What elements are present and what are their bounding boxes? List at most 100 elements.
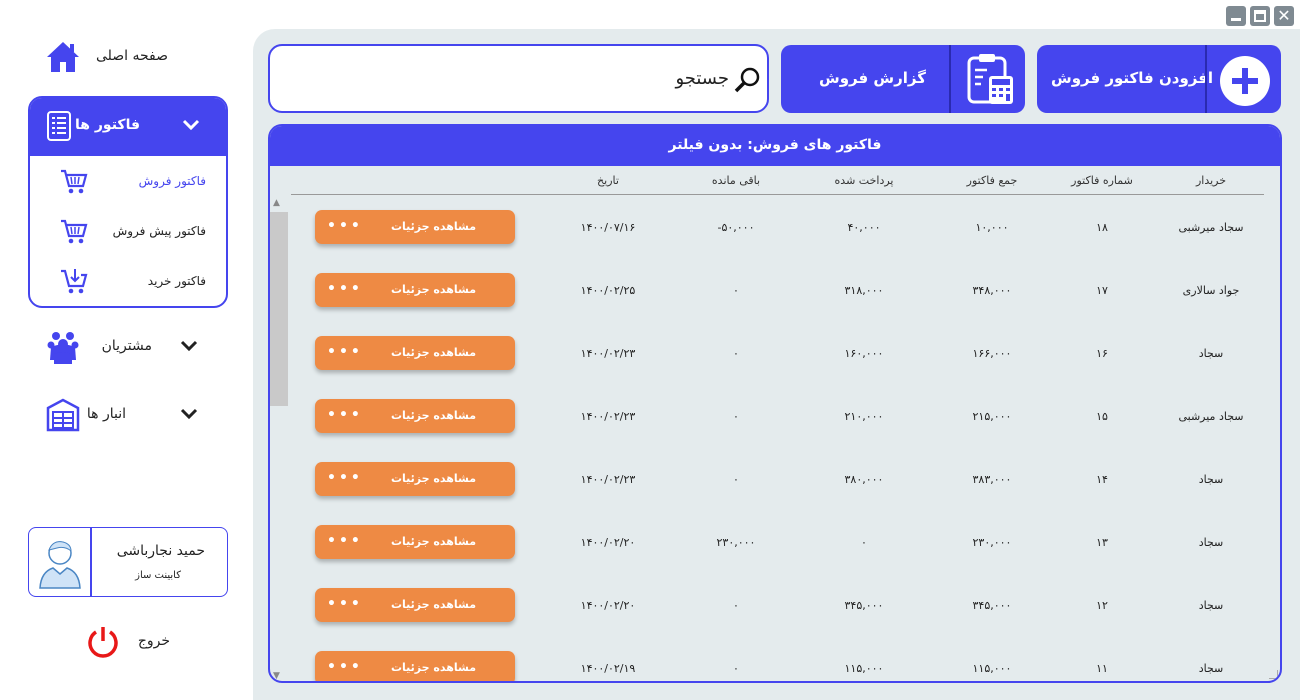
table-row: سجاد ۱۲ ۳۴۵,۰۰۰ ۳۴۵,۰۰۰ ۰ ۱۴۰۰/۰۲/۲۰ ••• مشاهده… <box>270 586 1280 626</box>
view-details-button[interactable]: ••• مشاهده جزئیات <box>315 273 515 307</box>
cell-paid: ۴۰,۰۰۰ <box>847 221 881 234</box>
cell-invoice-number: ۱۵ <box>1096 410 1108 423</box>
cell-invoice-total: ۳۴۵,۰۰۰ <box>972 599 1012 612</box>
button-divider <box>1205 45 1207 113</box>
cell-paid: ۱۶۰,۰۰۰ <box>844 347 884 360</box>
cell-remaining: -۵۰,۰۰۰ <box>717 221 755 234</box>
panel-title: فاکتور های فروش: بدون فیلتر <box>270 126 1280 166</box>
nav-customers[interactable]: مشتریان <box>28 322 228 370</box>
view-details-label: مشاهده جزئیات <box>391 661 477 674</box>
profile-divider <box>90 528 92 596</box>
scroll-up-arrow[interactable]: ▲ <box>273 198 280 208</box>
cell-invoice-total: ۲۳۰,۰۰۰ <box>972 536 1012 549</box>
view-details-button[interactable]: ••• مشاهده جزئیات <box>315 651 515 681</box>
view-details-button[interactable]: ••• مشاهده جزئیات <box>315 525 515 559</box>
button-divider <box>949 45 951 113</box>
home-icon <box>47 42 79 72</box>
more-dots-icon: ••• <box>327 470 363 486</box>
cell-date: ۱۴۰۰/۰۲/۲۰ <box>580 536 636 549</box>
minimize-button[interactable] <box>1226 6 1246 26</box>
table-row: سجاد ۱۴ ۳۸۳,۰۰۰ ۳۸۰,۰۰۰ ۰ ۱۴۰۰/۰۲/۲۳ ••• مشاهده… <box>270 460 1280 500</box>
window-controls: ✕ <box>1226 6 1294 26</box>
avatar <box>39 541 81 589</box>
sub-item-sales-invoice[interactable]: فاکتور فروش <box>30 160 226 204</box>
user-profile-card: حمید نجارباشی کابینت ساز <box>28 527 228 597</box>
column-header-remaining: باقی مانده <box>711 174 761 187</box>
chevron-down-icon <box>180 340 198 352</box>
nav-home-label: صفحه اصلی <box>95 48 168 64</box>
cell-invoice-total: ۳۸۳,۰۰۰ <box>972 473 1012 486</box>
cart-icon <box>61 219 88 244</box>
table-row: سجاد ۱۳ ۲۳۰,۰۰۰ ۰ ۲۳۰,۰۰۰ ۱۴۰۰/۰۲/۲۰ ••• مشاهده… <box>270 523 1280 563</box>
table-row: جواد سالاری ۱۷ ۳۴۸,۰۰۰ ۳۱۸,۰۰۰ ۰ ۱۴۰۰/۰۲/۲۵ ••… <box>270 271 1280 311</box>
cell-paid: ۳۴۵,۰۰۰ <box>844 599 884 612</box>
more-dots-icon: ••• <box>327 407 363 423</box>
view-details-button[interactable]: ••• مشاهده جزئیات <box>315 588 515 622</box>
power-icon <box>88 627 118 658</box>
view-details-label: مشاهده جزئیات <box>391 283 477 296</box>
more-dots-icon: ••• <box>327 596 363 612</box>
cell-date: ۱۴۰۰/۰۲/۲۰ <box>580 599 636 612</box>
nav-warehouses[interactable]: انبار ها <box>28 390 228 438</box>
sub-item-label: فاکتور پیش فروش <box>112 224 206 238</box>
cell-date: ۱۴۰۰/۰۲/۲۵ <box>580 284 636 297</box>
cell-remaining: ۰ <box>733 662 739 675</box>
nav-customers-label: مشتریان <box>101 338 152 354</box>
more-dots-icon: ••• <box>327 533 363 549</box>
column-header-paid: پرداخت شده <box>834 174 894 187</box>
cell-buyer: سجاد میرشبی <box>1178 221 1244 234</box>
nav-invoices[interactable]: فاکتور ها <box>30 98 226 156</box>
cell-invoice-number: ۱۳ <box>1096 536 1108 549</box>
more-dots-icon: ••• <box>327 281 363 297</box>
maximize-button[interactable] <box>1250 6 1270 26</box>
view-details-button[interactable]: ••• مشاهده جزئیات <box>315 462 515 496</box>
cell-buyer: سجاد <box>1198 347 1224 360</box>
view-details-button[interactable]: ••• مشاهده جزئیات <box>315 399 515 433</box>
add-sales-invoice-label: افزودن فاکتور فروش <box>1051 69 1214 87</box>
cell-invoice-number: ۱۴ <box>1096 473 1108 486</box>
cell-invoice-total: ۱۱۵,۰۰۰ <box>972 662 1012 675</box>
sales-report-label: گزارش فروش <box>819 69 926 87</box>
invoice-list-icon <box>47 111 71 141</box>
more-dots-icon: ••• <box>327 344 363 360</box>
cell-paid: ۰ <box>861 536 867 549</box>
cell-paid: ۳۱۸,۰۰۰ <box>844 284 884 297</box>
table-row: سجاد ۱۶ ۱۶۶,۰۰۰ ۱۶۰,۰۰۰ ۰ ۱۴۰۰/۰۲/۲۳ ••• مشاهده… <box>270 334 1280 374</box>
resize-grip[interactable] <box>1269 670 1278 679</box>
sales-report-button[interactable]: گزارش فروش <box>781 45 1025 113</box>
logout-button[interactable]: خروج <box>86 622 196 662</box>
chevron-down-icon <box>182 119 200 131</box>
cell-date: ۱۴۰۰/۰۲/۲۳ <box>580 473 636 486</box>
close-button[interactable]: ✕ <box>1274 6 1294 26</box>
view-details-button[interactable]: ••• مشاهده جزئیات <box>315 336 515 370</box>
nav-invoices-label: فاکتور ها <box>75 117 140 133</box>
cell-remaining: ۰ <box>733 599 739 612</box>
cell-remaining: ۲۳۰,۰۰۰ <box>716 536 756 549</box>
sub-item-label: فاکتور خرید <box>147 274 206 288</box>
sub-item-purchase-invoice[interactable]: فاکتور خرید <box>30 260 226 304</box>
add-sales-invoice-button[interactable]: افزودن فاکتور فروش <box>1037 45 1281 113</box>
warehouse-icon <box>46 398 80 432</box>
cell-buyer: سجاد <box>1198 473 1224 486</box>
cell-buyer: سجاد <box>1198 536 1224 549</box>
view-details-label: مشاهده جزئیات <box>391 535 477 548</box>
cell-buyer: سجاد میرشبی <box>1178 410 1244 423</box>
search-box[interactable]: جستجو <box>268 44 769 113</box>
cell-invoice-number: ۱۷ <box>1096 284 1108 297</box>
nav-home[interactable]: صفحه اصلی <box>28 32 228 80</box>
clipboard-calculator-icon <box>967 54 1013 104</box>
search-icon <box>734 67 760 93</box>
sub-item-presale-invoice[interactable]: فاکتور پیش فروش <box>30 210 226 254</box>
view-details-label: مشاهده جزئیات <box>391 346 477 359</box>
cell-buyer: سجاد <box>1198 599 1224 612</box>
cell-invoice-number: ۱۶ <box>1096 347 1108 360</box>
users-icon <box>47 332 79 364</box>
cell-invoice-total: ۱۰,۰۰۰ <box>975 221 1009 234</box>
cell-paid: ۲۱۰,۰۰۰ <box>844 410 884 423</box>
view-details-button[interactable]: ••• مشاهده جزئیات <box>315 210 515 244</box>
sub-item-label: فاکتور فروش <box>138 174 206 188</box>
cell-date: ۱۴۰۰/۰۲/۱۹ <box>580 662 636 675</box>
table-row: سجاد میرشبی ۱۵ ۲۱۵,۰۰۰ ۲۱۰,۰۰۰ ۰ ۱۴۰۰/۰۲/۲۳ ••… <box>270 397 1280 437</box>
nav-warehouses-label: انبار ها <box>86 406 126 422</box>
table-row: سجاد ۱۱ ۱۱۵,۰۰۰ ۱۱۵,۰۰۰ ۰ ۱۴۰۰/۰۲/۱۹ ••• مشاهده… <box>270 649 1280 681</box>
